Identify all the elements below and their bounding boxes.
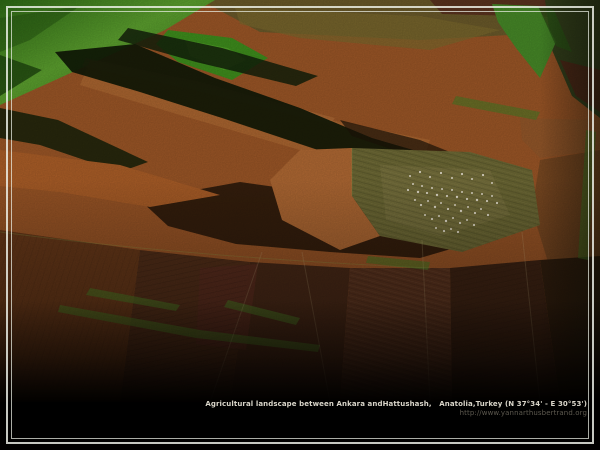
caption-title: Agricultural landscape between Ankara an… <box>205 400 587 409</box>
photo-caption: Agricultural landscape between Ankara an… <box>205 400 587 417</box>
caption-url: http://www.yannarthusbertrand.org <box>205 409 587 417</box>
aerial-photo <box>0 0 600 402</box>
landscape-illustration <box>0 0 600 402</box>
film-grain <box>0 0 600 402</box>
wallpaper: Agricultural landscape between Ankara an… <box>0 0 600 450</box>
